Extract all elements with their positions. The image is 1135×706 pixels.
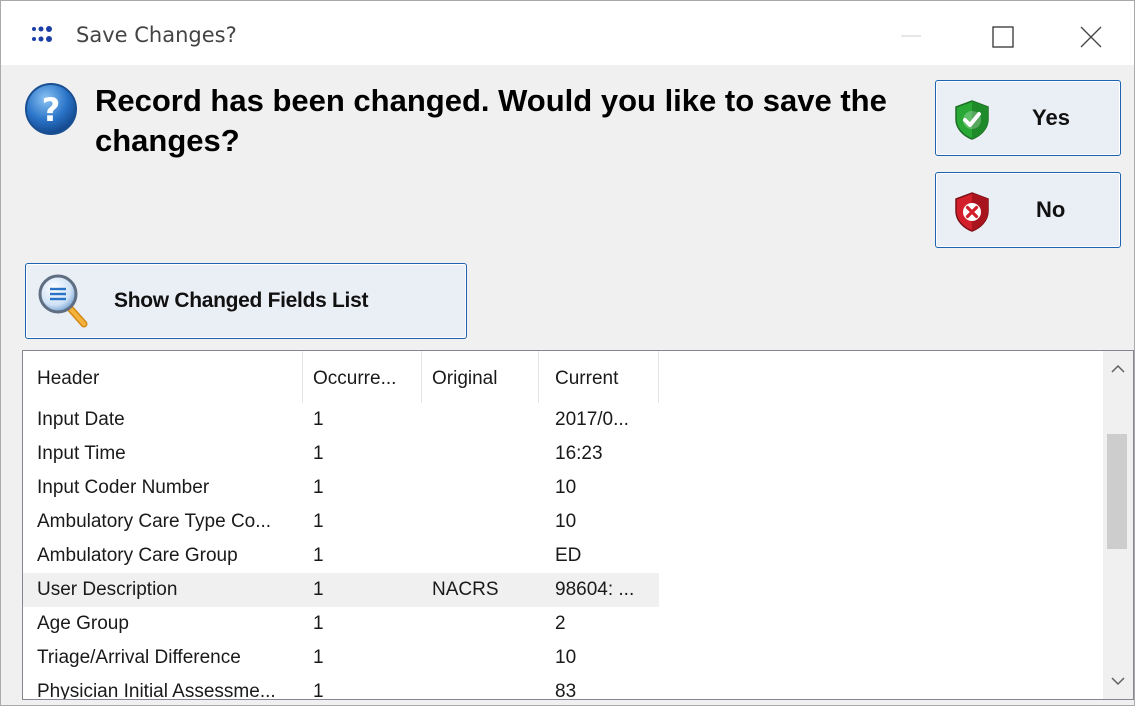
close-button[interactable] [1061,15,1121,59]
cell-occurrence: 1 [313,579,324,600]
cell-header: Input Time [37,443,126,464]
cell-current: 98604: ... [555,579,635,600]
close-icon [1080,26,1102,48]
question-icon: ? [25,83,77,135]
list-item[interactable]: Ambulatory Care Group 1 ED [23,539,1103,573]
column-header-original[interactable]: Original [422,351,539,403]
list-rows: Input Date 1 2017/0... Input Time 1 16:2… [23,403,1103,700]
cell-current: 10 [555,647,577,668]
list-item[interactable]: Input Coder Number 1 10 [23,471,1103,505]
show-changed-fields-label: Show Changed Fields List [114,289,369,312]
column-header-occurrence[interactable]: Occurre... [303,351,422,403]
cell-header: Age Group [37,613,129,634]
list-header: Header Occurre... Original Current [23,351,1103,403]
list-item-selected[interactable]: User Description 1 NACRS 98604: ... [23,573,1103,607]
cell-occurrence: 1 [313,613,324,634]
title-bar[interactable]: Save Changes? [1,1,1134,65]
vertical-scrollbar[interactable] [1103,351,1133,699]
scroll-down-icon[interactable] [1103,663,1133,699]
cell-occurrence: 1 [313,647,324,668]
changed-fields-list[interactable]: Header Occurre... Original Current Input… [22,350,1134,700]
column-header-header[interactable]: Header [23,351,303,403]
cell-occurrence: 1 [313,409,324,430]
list-item[interactable]: Physician Initial Assessme... 1 83 [23,675,1103,700]
cell-current: 2017/0... [555,409,629,430]
maximize-icon [992,26,1014,48]
svg-text:?: ? [42,91,61,129]
scroll-thumb[interactable] [1107,434,1127,549]
cell-current: 16:23 [555,443,603,464]
cell-current: 10 [555,511,577,532]
cell-occurrence: 1 [313,681,324,700]
cell-header: Physician Initial Assessme... [37,681,276,700]
cell-original: NACRS [432,579,499,600]
cell-current: ED [555,545,582,566]
cell-header: Triage/Arrival Difference [37,647,241,668]
green-shield-check-icon [955,100,989,140]
cell-header: Ambulatory Care Type Co... [37,511,272,532]
show-changed-fields-button[interactable]: Show Changed Fields List [25,263,467,339]
save-changes-dialog: Save Changes? ? Record has been changed.… [0,0,1135,706]
list-item[interactable]: Age Group 1 2 [23,607,1103,641]
maximize-button[interactable] [976,15,1036,59]
cell-occurrence: 1 [313,477,324,498]
dots-app-icon [32,26,52,42]
red-shield-x-icon [955,192,989,232]
no-button[interactable]: No [935,172,1121,248]
cell-header: User Description [37,579,178,600]
list-item[interactable]: Input Date 1 2017/0... [23,403,1103,437]
cell-current: 83 [555,681,577,700]
no-button-label: No [1036,197,1066,222]
list-item[interactable]: Ambulatory Care Type Co... 1 10 [23,505,1103,539]
cell-header: Input Date [37,409,125,430]
confirmation-message: Record has been changed. Would you like … [95,83,887,158]
scroll-up-icon[interactable] [1103,351,1133,387]
cell-occurrence: 1 [313,511,324,532]
magnifier-icon [38,274,88,328]
list-item[interactable]: Triage/Arrival Difference 1 10 [23,641,1103,675]
cell-occurrence: 1 [313,545,324,566]
cell-current: 10 [555,477,577,498]
minimize-icon [901,35,921,37]
cell-current: 2 [555,613,566,634]
minimize-button[interactable] [881,15,941,59]
cell-occurrence: 1 [313,443,324,464]
yes-button[interactable]: Yes [935,80,1121,156]
yes-button-label: Yes [1032,105,1070,130]
window-title: Save Changes? [76,23,237,47]
list-item[interactable]: Input Time 1 16:23 [23,437,1103,471]
column-header-current[interactable]: Current [539,351,659,403]
cell-header: Input Coder Number [37,477,210,498]
cell-header: Ambulatory Care Group [37,545,238,566]
